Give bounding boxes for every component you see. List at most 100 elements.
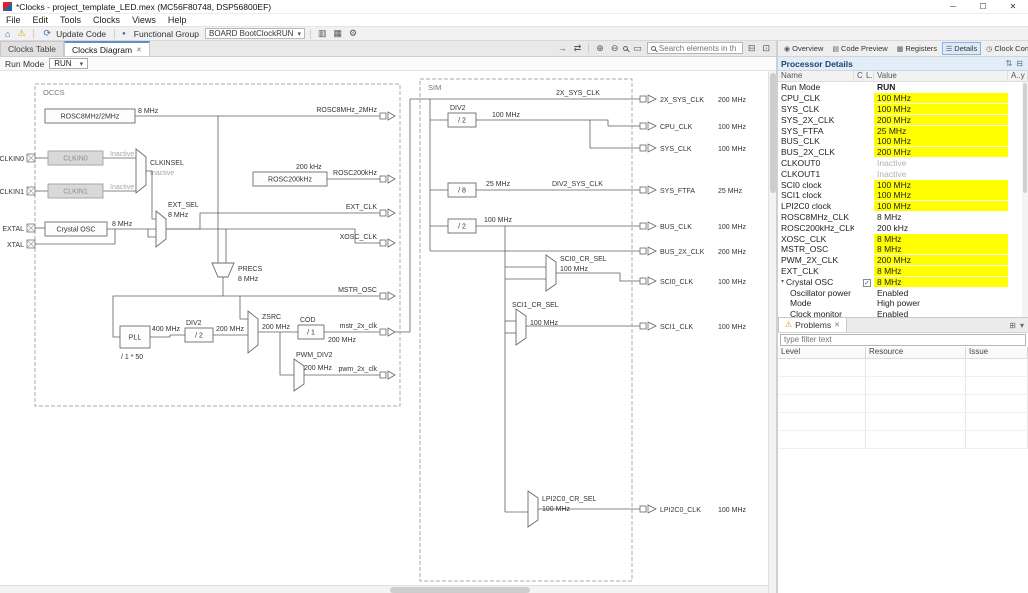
details-row-rosc200khz-clk[interactable]: ROSC200kHz_CLK200 kHz bbox=[778, 222, 1028, 233]
details-row-bus-clk[interactable]: BUS_CLK100 MHz bbox=[778, 136, 1028, 147]
details-row-lpi2c0-clock[interactable]: LPI2C0 clock100 MHz bbox=[778, 201, 1028, 212]
details-value[interactable]: RUN bbox=[874, 82, 1008, 92]
details-value[interactable]: 8 MHz bbox=[874, 212, 1008, 222]
precs-mux[interactable] bbox=[212, 263, 234, 277]
details-value[interactable]: 100 MHz bbox=[874, 136, 1008, 146]
minimize-view-icon[interactable]: ⊟ bbox=[746, 43, 758, 54]
view-overview[interactable]: ◉ Overview bbox=[780, 42, 827, 55]
view-details[interactable]: ☰ Details bbox=[942, 42, 981, 55]
maximize-button[interactable]: ☐ bbox=[968, 0, 998, 14]
port-cpu-clk[interactable] bbox=[640, 123, 646, 129]
menu-edit[interactable]: Edit bbox=[27, 15, 55, 25]
details-value[interactable]: 100 MHz bbox=[874, 104, 1008, 114]
details-value[interactable]: 8 MHz bbox=[874, 244, 1008, 254]
column-value[interactable]: Value bbox=[874, 71, 1008, 81]
details-value[interactable]: High power bbox=[874, 298, 1008, 308]
problems-close-icon[interactable]: ✕ bbox=[834, 321, 840, 329]
collapse-all-icon[interactable]: ⊟ bbox=[1014, 59, 1025, 68]
details-row-sys-clk[interactable]: SYS_CLK100 MHz bbox=[778, 104, 1028, 115]
menu-tools[interactable]: Tools bbox=[54, 15, 87, 25]
functional-group-select[interactable]: BOARD BootClockRUN ▾ bbox=[205, 28, 305, 39]
column-l[interactable]: L.. bbox=[863, 71, 874, 81]
details-value[interactable]: 25 MHz bbox=[874, 126, 1008, 136]
warning-icon[interactable]: ⚠ bbox=[15, 28, 27, 39]
port-lpi2c0-clk[interactable] bbox=[640, 506, 646, 512]
sci0-cr-sel-mux[interactable] bbox=[546, 255, 556, 291]
canvas-horizontal-scrollbar[interactable] bbox=[0, 585, 768, 593]
swap-view-icon[interactable]: ⇄ bbox=[572, 43, 584, 54]
tab-problems[interactable]: ⚠ Problems ✕ bbox=[778, 317, 847, 332]
details-row-run-mode[interactable]: Run ModeRUN bbox=[778, 82, 1028, 93]
port-ext-clk[interactable] bbox=[380, 210, 386, 216]
port-rosc200khz[interactable] bbox=[380, 176, 386, 182]
details-value[interactable]: Inactive bbox=[874, 158, 1008, 168]
run-mode-select[interactable]: RUN ▾ bbox=[49, 58, 88, 69]
clkinsel-mux[interactable] bbox=[136, 149, 146, 193]
details-row-clock-monitor[interactable]: Clock monitorEnabled bbox=[778, 309, 1028, 317]
details-row-bus-2x-clk[interactable]: BUS_2X_CLK200 MHz bbox=[778, 147, 1028, 158]
zoom-search-icon[interactable] bbox=[623, 46, 628, 51]
details-row-crystal-osc[interactable]: ▾Crystal OSC✓8 MHz bbox=[778, 276, 1028, 287]
details-row-cpu-clk[interactable]: CPU_CLK100 MHz bbox=[778, 93, 1028, 104]
details-scrollbar[interactable] bbox=[1022, 82, 1028, 317]
problems-menu-icon[interactable]: ▾ bbox=[1020, 321, 1024, 330]
tab-clocks-table[interactable]: Clocks Table bbox=[0, 41, 64, 56]
zoom-fit-icon[interactable]: ▭ bbox=[631, 43, 644, 54]
details-value[interactable]: 200 MHz bbox=[874, 115, 1008, 125]
details-row-sci1-clock[interactable]: SCI1 clock100 MHz bbox=[778, 190, 1028, 201]
details-value[interactable]: 200 kHz bbox=[874, 223, 1008, 233]
ext-sel-mux[interactable] bbox=[156, 211, 166, 247]
sort-icon[interactable]: ⇅ bbox=[1004, 59, 1015, 68]
port-rosc8mhz-2mhz[interactable] bbox=[380, 113, 386, 119]
expander-icon[interactable]: ▾ bbox=[781, 278, 784, 285]
crystal-osc-checkbox[interactable]: ✓ bbox=[863, 279, 871, 287]
details-row-clkout0[interactable]: CLKOUT0Inactive bbox=[778, 158, 1028, 169]
problems-grid-icon[interactable]: ⊞ bbox=[1009, 321, 1016, 330]
port-pwm-2x-clk[interactable] bbox=[380, 372, 386, 378]
zoom-in-icon[interactable]: ⊕ bbox=[594, 43, 606, 54]
details-value[interactable]: 8 MHz bbox=[874, 266, 1008, 276]
details-value[interactable]: 100 MHz bbox=[874, 93, 1008, 103]
minimize-button[interactable]: ─ bbox=[938, 0, 968, 14]
port-xosc-clk[interactable] bbox=[380, 240, 386, 246]
port-bus-clk[interactable] bbox=[640, 223, 646, 229]
sci1-cr-sel-mux[interactable] bbox=[516, 309, 526, 345]
details-row-rosc8mhz-clk[interactable]: ROSC8MHz_CLK8 MHz bbox=[778, 212, 1028, 223]
details-value[interactable]: 100 MHz bbox=[874, 180, 1008, 190]
menu-views[interactable]: Views bbox=[126, 15, 162, 25]
port-mstr-2x-clk[interactable] bbox=[380, 329, 386, 335]
home-icon[interactable]: ⌂ bbox=[3, 29, 12, 39]
port-sys-clk[interactable] bbox=[640, 145, 646, 151]
details-value[interactable]: 200 MHz bbox=[874, 147, 1008, 157]
menu-help[interactable]: Help bbox=[162, 15, 193, 25]
details-row-ext-clk[interactable]: EXT_CLK8 MHz bbox=[778, 266, 1028, 277]
tab-clocks-diagram[interactable]: Clocks Diagram ✕ bbox=[64, 41, 150, 56]
view-clock-consumers[interactable]: ◷ Clock Consumers bbox=[982, 42, 1028, 55]
pwm-div2-mux[interactable] bbox=[294, 359, 304, 391]
tab-close-icon[interactable]: ✕ bbox=[136, 46, 142, 54]
column-c[interactable]: C.. bbox=[854, 71, 863, 81]
details-value[interactable]: Enabled bbox=[874, 288, 1008, 298]
update-code-button[interactable]: ⟳ Update Code bbox=[39, 28, 110, 39]
gear-icon[interactable]: ⚙ bbox=[347, 28, 359, 39]
details-value[interactable]: 200 MHz bbox=[874, 255, 1008, 265]
details-row-sys-ftfa[interactable]: SYS_FTFA25 MHz bbox=[778, 125, 1028, 136]
details-value[interactable]: 100 MHz bbox=[874, 190, 1008, 200]
port-sci1-clk[interactable] bbox=[640, 323, 646, 329]
details-row-mstr-osc[interactable]: MSTR_OSC8 MHz bbox=[778, 244, 1028, 255]
details-row-pwm-2x-clk[interactable]: PWM_2X_CLK200 MHz bbox=[778, 255, 1028, 266]
column-resource[interactable]: Resource bbox=[866, 347, 966, 358]
details-row-mode[interactable]: ModeHigh power bbox=[778, 298, 1028, 309]
details-row-xosc-clk[interactable]: XOSC_CLK8 MHz bbox=[778, 233, 1028, 244]
canvas-vertical-scrollbar[interactable] bbox=[768, 71, 776, 593]
navigate-forward-icon[interactable]: → bbox=[556, 43, 569, 53]
maximize-view-icon[interactable]: ⊡ bbox=[760, 43, 772, 54]
search-input[interactable] bbox=[659, 44, 739, 53]
port-mstr-osc[interactable] bbox=[380, 293, 386, 299]
port-sys-ftfa[interactable] bbox=[640, 187, 646, 193]
port-bus-2x-clk[interactable] bbox=[640, 248, 646, 254]
zoom-out-icon[interactable]: ⊖ bbox=[609, 43, 621, 54]
menu-clocks[interactable]: Clocks bbox=[87, 15, 126, 25]
column-name[interactable]: Name bbox=[778, 71, 854, 81]
details-value[interactable]: Enabled bbox=[874, 309, 1008, 316]
